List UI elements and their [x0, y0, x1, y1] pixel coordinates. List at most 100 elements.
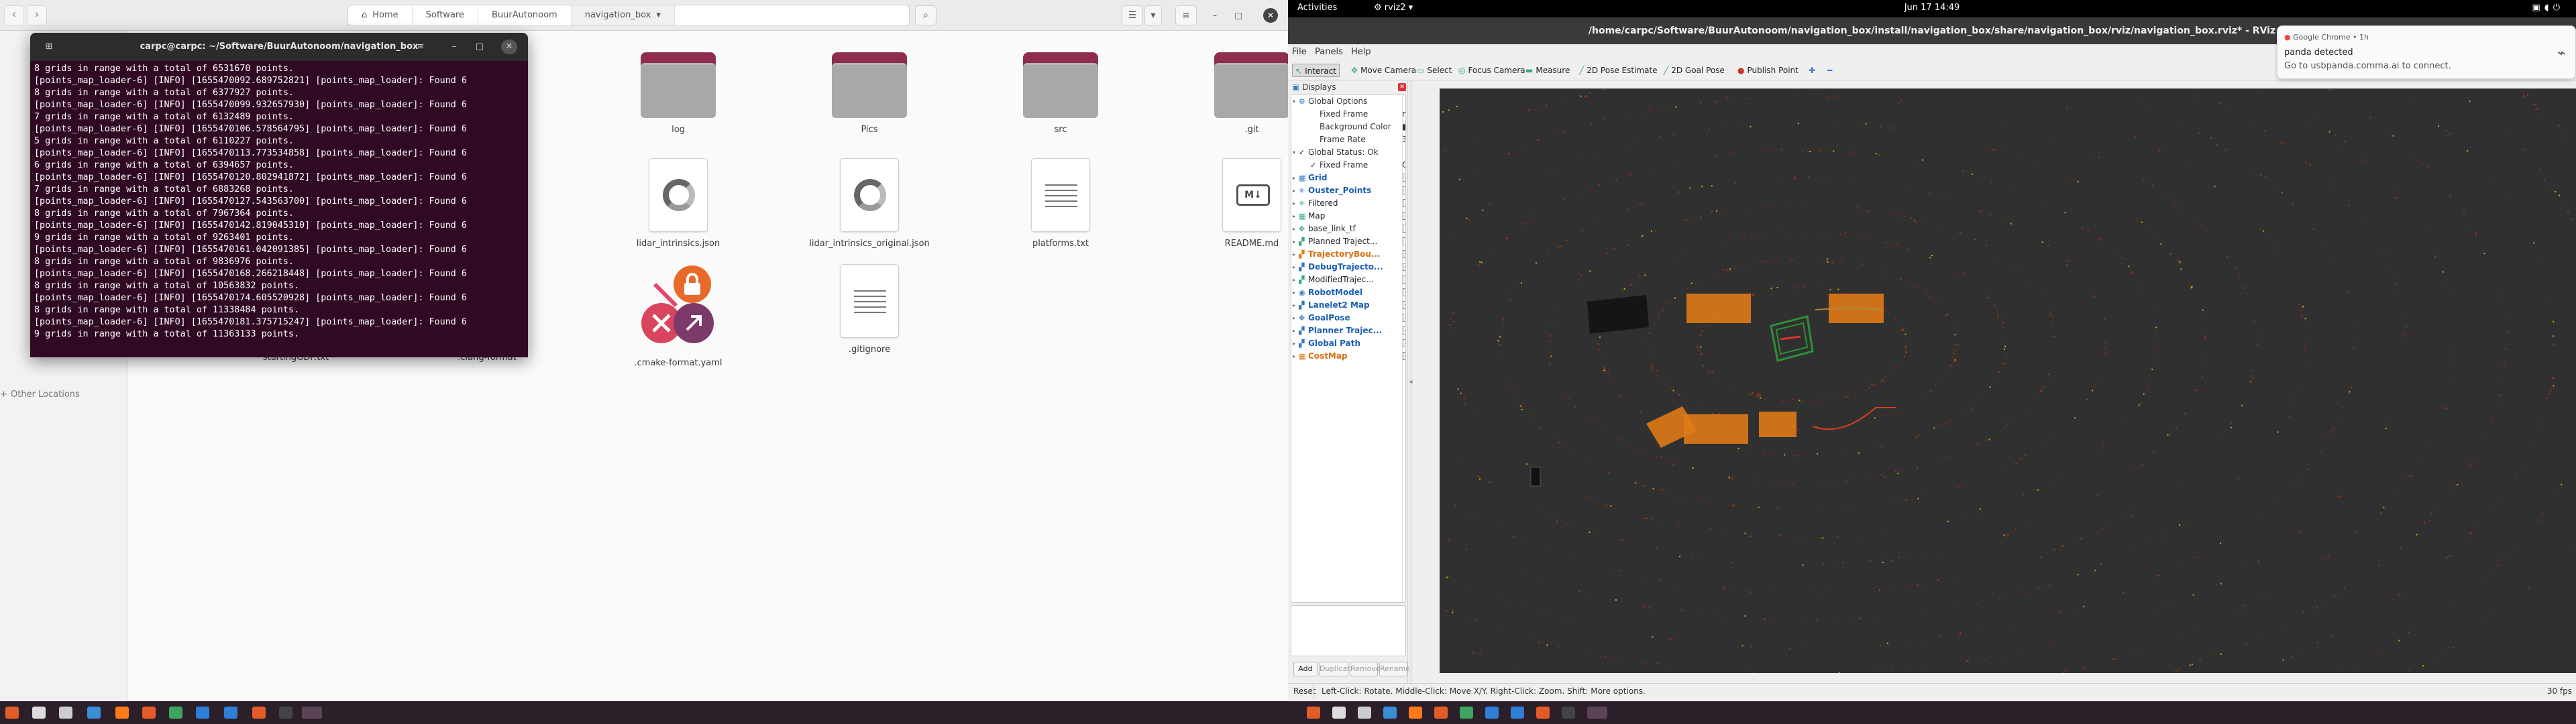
- expand-arrow-icon[interactable]: ▸: [1293, 337, 1295, 350]
- display-value[interactable]: OK: [1402, 159, 1405, 172]
- tool-move-camera[interactable]: ✥ Move Camera: [1348, 64, 1419, 77]
- file-item[interactable]: .cmake-format.yaml: [611, 264, 745, 368]
- reset-button[interactable]: Reset: [1293, 684, 1316, 699]
- app-icon[interactable]: [87, 707, 101, 719]
- app-icon[interactable]: [1485, 707, 1499, 719]
- view-list-button[interactable]: ☰: [1122, 5, 1143, 25]
- display-checkbox[interactable]: ✓: [1403, 314, 1405, 322]
- tree-fixed-frame[interactable]: Fixed Framemap: [1291, 108, 1405, 121]
- tree-frame-rate[interactable]: Frame Rate30: [1291, 133, 1405, 146]
- clock[interactable]: Jun 17 14:49: [1288, 3, 2576, 13]
- rename-button[interactable]: Rename: [1379, 662, 1410, 676]
- minimize-button[interactable]: –: [446, 40, 462, 54]
- tree-display-item[interactable]: ▸▦Grid✓: [1291, 172, 1405, 184]
- forward-button[interactable]: ›: [27, 5, 47, 25]
- add-button[interactable]: Add: [1293, 662, 1318, 676]
- app-icon[interactable]: [1383, 707, 1397, 719]
- display-checkbox[interactable]: [1403, 199, 1405, 207]
- app-icon[interactable]: [1332, 707, 1346, 719]
- app-icon[interactable]: [1536, 707, 1550, 719]
- display-checkbox[interactable]: [1403, 276, 1405, 284]
- app-icon[interactable]: [1562, 707, 1575, 719]
- app-icon[interactable]: [1511, 707, 1524, 719]
- file-item[interactable]: lidar_intrinsics.json: [611, 158, 745, 249]
- expand-arrow-icon[interactable]: ▸: [1293, 248, 1295, 261]
- display-checkbox[interactable]: ✓: [1403, 174, 1405, 182]
- maximize-button[interactable]: □: [1231, 8, 1246, 23]
- expand-arrow-icon[interactable]: ▸: [1293, 235, 1295, 248]
- display-checkbox[interactable]: ✓: [1403, 250, 1405, 258]
- file-item[interactable]: .git: [1185, 48, 1288, 135]
- tool-interact[interactable]: ↖ Interact: [1292, 64, 1340, 77]
- maximize-button[interactable]: □: [472, 40, 488, 54]
- display-checkbox[interactable]: ✓: [1403, 352, 1405, 360]
- duplicate-button[interactable]: Duplicate: [1319, 662, 1354, 676]
- app-icon[interactable]: [59, 707, 72, 719]
- tree-display-item[interactable]: ▸▞Global Path✓: [1291, 337, 1405, 350]
- expand-arrow-icon[interactable]: ▸: [1293, 210, 1295, 223]
- display-value[interactable]: ■ 48; 48; 48: [1402, 121, 1405, 133]
- display-value[interactable]: 30: [1402, 133, 1405, 146]
- crumb-navigation-box[interactable]: navigation_box ▾: [571, 5, 675, 25]
- file-item[interactable]: Pics: [802, 48, 936, 135]
- display-checkbox[interactable]: [1403, 225, 1405, 233]
- app-icon[interactable]: [224, 707, 237, 719]
- search-icon[interactable]: ⌕: [379, 40, 395, 54]
- tree-global-options[interactable]: ▾ ⚙ Global Options: [1291, 95, 1405, 108]
- tree-display-item[interactable]: ▸▞Lanelet2 Map✓: [1291, 299, 1405, 312]
- app-icon[interactable]: [1307, 707, 1320, 719]
- terminal-output[interactable]: 8 grids in range with a total of 6531670…: [30, 61, 528, 357]
- displays-tree[interactable]: ▾⚙Global OptionsFixed FramemapBackground…: [1291, 95, 1406, 603]
- tree-display-item[interactable]: ▸✥GoalPose✓: [1291, 312, 1405, 324]
- expand-arrow-icon[interactable]: ▸: [1293, 172, 1295, 184]
- 3d-viewport[interactable]: [1440, 88, 2576, 673]
- tree-display-item[interactable]: ▸✳Ouster_Points✓: [1291, 184, 1405, 197]
- app-icon[interactable]: [279, 707, 292, 719]
- tree-display-item[interactable]: ▸▞TrajectoryBou...✓: [1291, 248, 1405, 261]
- display-value[interactable]: map: [1402, 108, 1405, 121]
- close-button[interactable]: ✕: [1263, 8, 1278, 23]
- expand-arrow-icon[interactable]: ▸: [1293, 350, 1295, 363]
- sidebar-other-locations[interactable]: Other Locations: [11, 389, 80, 400]
- back-button[interactable]: ‹: [4, 5, 24, 25]
- add-tool-button[interactable]: ✚: [1806, 64, 1818, 77]
- tool-focus-camera[interactable]: ◎ Focus Camera: [1456, 64, 1528, 77]
- expand-arrow-icon[interactable]: ▸: [1293, 274, 1295, 286]
- file-item[interactable]: src: [994, 48, 1128, 135]
- expand-arrow-icon[interactable]: ▸: [1293, 184, 1295, 197]
- expand-arrow-icon[interactable]: ▸: [1293, 223, 1295, 235]
- tree-background-color[interactable]: Background Color■ 48; 48; 48: [1291, 121, 1405, 133]
- app-icon[interactable]: [5, 707, 19, 719]
- hamburger-icon[interactable]: ≡: [413, 40, 429, 54]
- menu-help[interactable]: Help: [1351, 47, 1371, 57]
- menu-button[interactable]: ≡: [1175, 5, 1197, 25]
- tree-display-item[interactable]: ▸▞Planner Trajec...✓: [1291, 324, 1405, 337]
- tree-display-item[interactable]: ▸ ✥ base_link_tf: [1291, 223, 1405, 235]
- tree-display-item[interactable]: ▸◉RobotModel✓: [1291, 286, 1405, 299]
- expand-arrow-icon[interactable]: ▸: [1293, 286, 1295, 299]
- tool-measure[interactable]: ▬ Measure: [1523, 64, 1572, 77]
- tree-display-item[interactable]: ▸ ▞ ModifiedTrajec...: [1291, 274, 1405, 286]
- terminal-window[interactable]: ⊞ carpc@carpc: ~/Software/BuurAutonoom/n…: [30, 33, 528, 357]
- view-options-button[interactable]: ▾: [1144, 5, 1162, 25]
- remove-button[interactable]: Remove: [1350, 662, 1381, 676]
- tree-display-item[interactable]: ▸ ▞ Planned Traject...: [1291, 235, 1405, 248]
- expand-arrow-icon[interactable]: ▸: [1293, 197, 1295, 210]
- file-item[interactable]: lidar_intrinsics_original.json: [802, 158, 936, 249]
- tool-select[interactable]: ▭ Select: [1414, 64, 1454, 77]
- app-icon[interactable]: [1409, 707, 1422, 719]
- display-checkbox[interactable]: ✓: [1403, 288, 1405, 296]
- tree-display-item[interactable]: ▸▦CostMap✓: [1291, 350, 1405, 363]
- panel-splitter[interactable]: ◂: [1409, 81, 1413, 683]
- app-icon[interactable]: [1434, 707, 1448, 719]
- expand-arrow-icon[interactable]: ▸: [1293, 324, 1295, 337]
- system-tray[interactable]: ▣◖⏻: [2532, 3, 2564, 13]
- crumb-home[interactable]: ⌂ Home: [348, 5, 413, 25]
- display-checkbox[interactable]: ✓: [1403, 263, 1405, 271]
- app-icon[interactable]: [115, 707, 129, 719]
- expand-arrow-icon[interactable]: ▾: [1293, 95, 1295, 108]
- app-icon[interactable]: [252, 707, 266, 719]
- display-checkbox[interactable]: ✓: [1403, 186, 1405, 194]
- display-checkbox[interactable]: [1403, 212, 1405, 220]
- crumb-buurautonoom[interactable]: BuurAutonoom: [478, 5, 572, 25]
